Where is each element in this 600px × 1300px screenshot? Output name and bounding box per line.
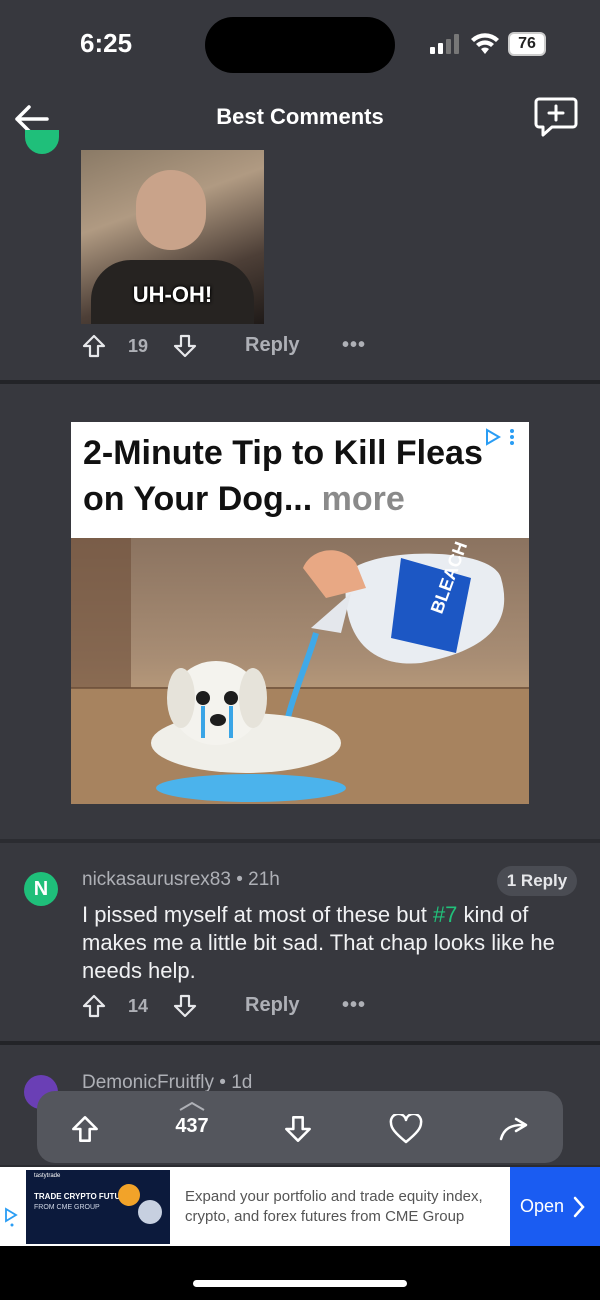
chevron-up-icon[interactable] [178,1101,206,1111]
banner-ad[interactable]: tastytrade TRADE CRYPTO FUTURES FROM CME… [0,1167,600,1246]
ad-choices-icon[interactable] [4,1207,20,1227]
ad-choices-icon[interactable] [484,428,518,446]
ad-more-link[interactable]: more [322,480,405,518]
ad-headline-text: 2-Minute Tip to Kill Fleas on Your Dog..… [83,434,483,518]
reply-count-badge[interactable]: 1 Reply [497,866,577,896]
battery-icon: 76 [508,32,548,56]
ad-image[interactable]: BLEACH [71,538,529,804]
open-button[interactable]: Open [510,1167,600,1246]
downvote-icon[interactable] [173,334,197,358]
home-indicator-area [0,1246,600,1300]
comment-time: 21h [248,869,280,890]
coin-icon [138,1200,162,1224]
upvote-icon[interactable] [82,994,106,1018]
more-options-button[interactable]: ••• [342,994,366,1017]
comment-card: UH-OH! 19 Reply ••• [0,130,600,380]
banner-image-subtitle: FROM CME GROUP [34,1204,100,1211]
page-title: Best Comments [216,104,384,129]
more-options-button[interactable]: ••• [342,334,366,357]
share-icon[interactable] [498,1116,530,1142]
ad-creative[interactable]: 2-Minute Tip to Kill Fleas on Your Dog..… [71,422,529,804]
item-reference-link[interactable]: #7 [433,902,457,927]
cellular-signal-icon [430,34,459,54]
comment-time: 1d [231,1072,253,1093]
add-comment-icon[interactable] [534,96,578,138]
gif-caption: UH-OH! [132,282,213,307]
sponsored-ad: 2-Minute Tip to Kill Fleas on Your Dog..… [0,384,600,839]
upvote-icon[interactable] [82,334,106,358]
post-vote-count: 437 [175,1115,209,1137]
upvote-count: 14 [128,996,149,1016]
gif-figure-face [136,170,206,250]
dog-bleach-illustration: BLEACH [71,538,529,804]
comment-text-start: I pissed myself at most of these but [82,902,433,927]
open-button-label: Open [520,1196,565,1216]
ad-brand: tastytrade [34,1173,61,1179]
heart-icon[interactable] [389,1114,423,1144]
home-indicator[interactable] [193,1280,407,1287]
avatar[interactable]: N [24,872,58,906]
status-time: 6:25 [80,28,133,58]
reply-button[interactable]: Reply [245,994,299,1017]
upvote-count: 19 [128,336,149,356]
reply-button[interactable]: Reply [245,334,299,357]
meta-separator: • [219,1072,226,1093]
dynamic-island [205,17,395,73]
top-nav-bar: Best Comments [0,90,600,150]
comment-meta: nickasaurusrex83 • 21h [82,869,280,891]
battery-level: 76 [508,32,546,56]
downvote-icon[interactable] [284,1115,312,1143]
avatar [25,130,59,154]
coin-icon [118,1184,140,1206]
ad-headline[interactable]: 2-Minute Tip to Kill Fleas on Your Dog..… [83,430,523,522]
upvote-icon[interactable] [71,1115,99,1143]
comment-card: N nickasaurusrex83 • 21h 1 Reply I pisse… [0,843,600,1041]
username[interactable]: nickasaurusrex83 [82,869,231,890]
meta-separator: • [236,869,243,890]
comment-gif[interactable]: UH-OH! [81,150,264,324]
status-bar: 6:25 76 [0,0,600,90]
downvote-icon[interactable] [173,994,197,1018]
banner-ad-text[interactable]: Expand your portfolio and trade equity i… [185,1187,505,1227]
chevron-right-icon [573,1196,585,1218]
post-action-bar: 437 [37,1091,563,1163]
banner-ad-image[interactable]: tastytrade TRADE CRYPTO FUTURES FROM CME… [26,1170,170,1244]
wifi-icon [471,33,499,54]
comment-text: I pissed myself at most of these but #7 … [82,901,572,985]
username[interactable]: DemonicFruitfly [82,1072,214,1093]
